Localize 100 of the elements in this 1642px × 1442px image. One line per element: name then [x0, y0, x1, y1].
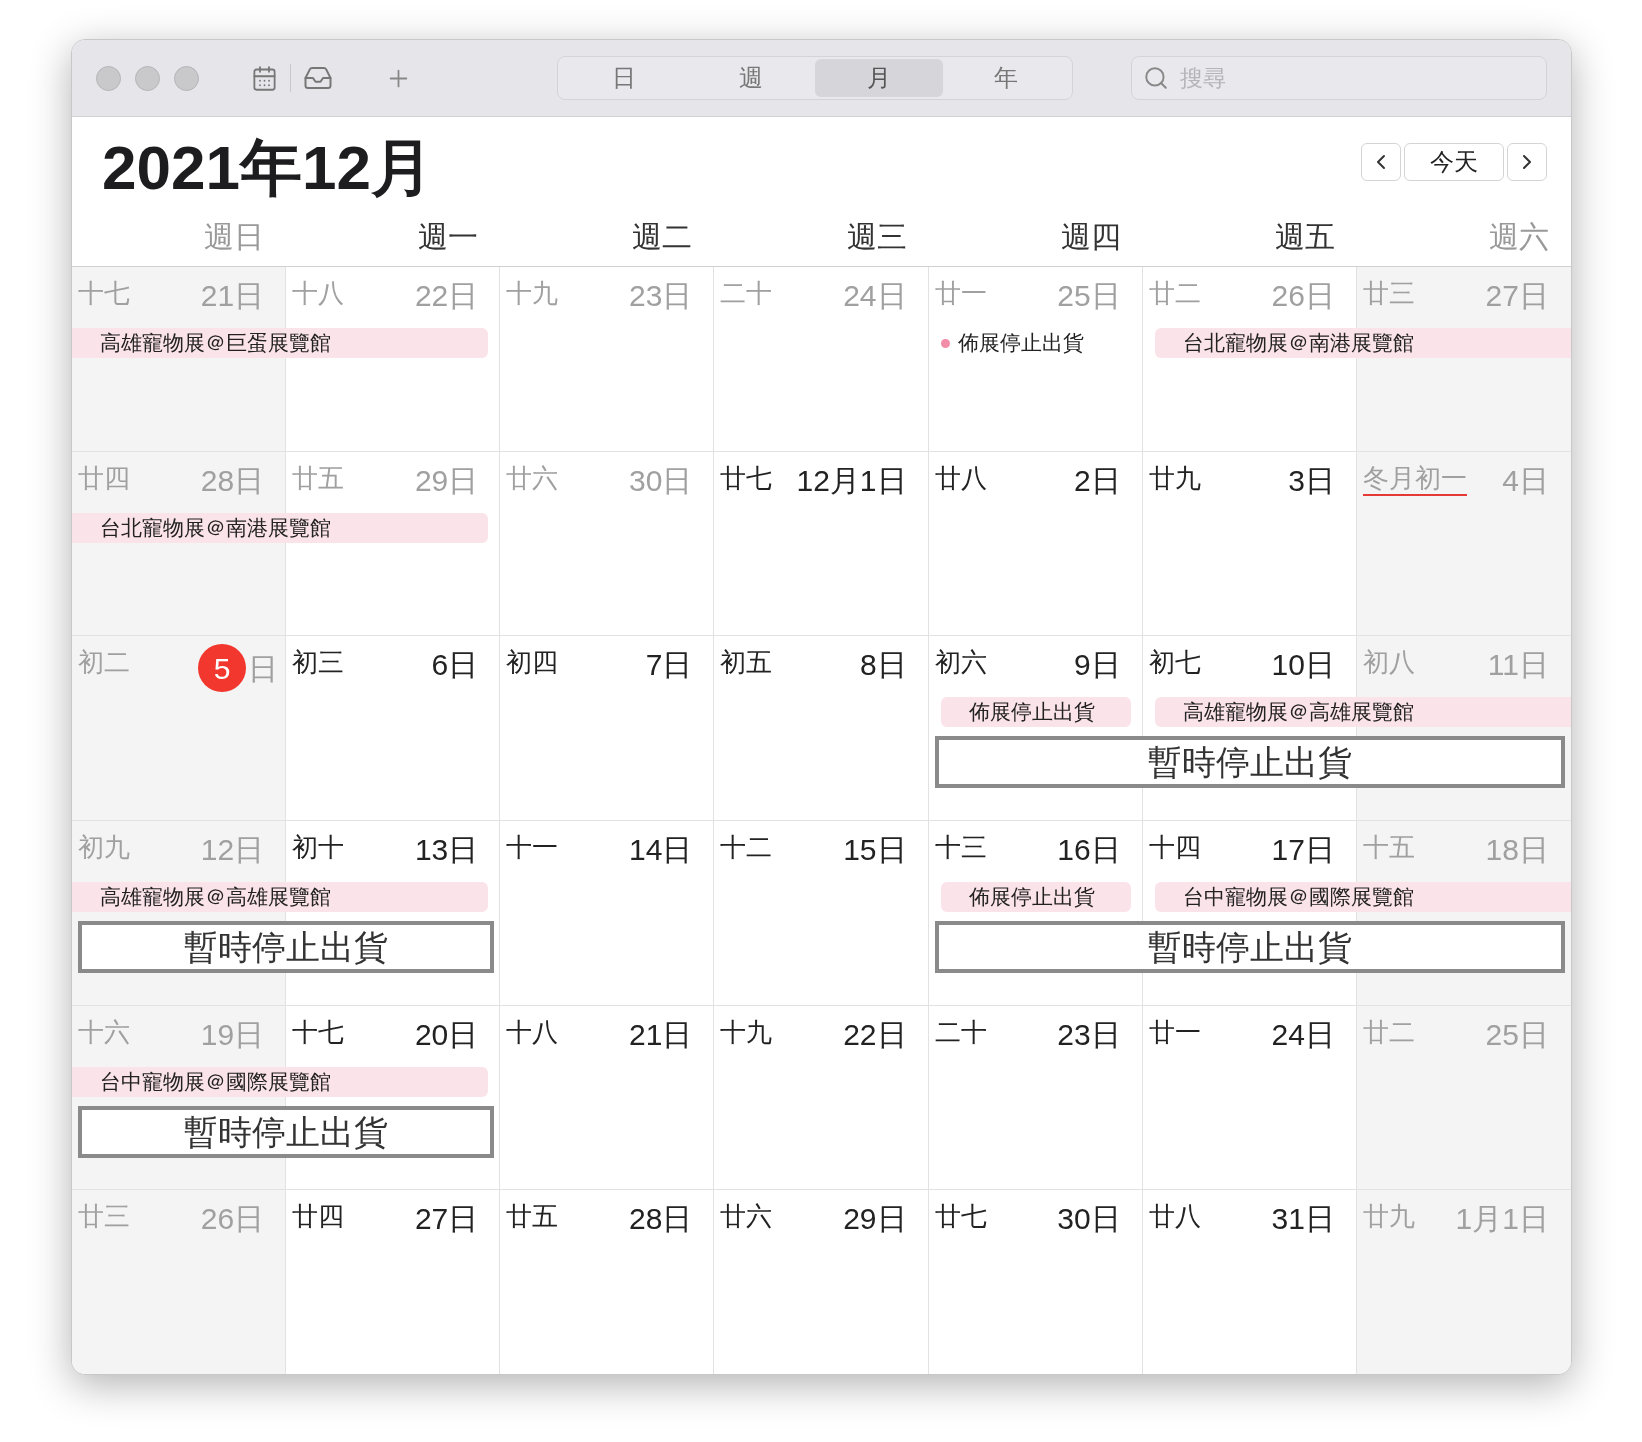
weekday-label: 週六 [1489, 219, 1549, 255]
day-number: 29日 [843, 1201, 907, 1238]
view-tab[interactable]: 日 [560, 59, 688, 97]
day-number: 20日 [414, 1016, 479, 1053]
day-number: 26日 [1271, 278, 1335, 314]
lunar-date: 廿二 [1362, 1015, 1415, 1048]
day-number: 4日 [1502, 462, 1549, 499]
weekday-label: 週二 [632, 219, 693, 255]
day-number: 6日 [431, 647, 479, 684]
lunar-date: 初七 [1148, 646, 1201, 679]
event-bar[interactable]: 台中寵物展＠國際展覽館 [72, 1066, 489, 1097]
lunar-date: 廿六 [720, 1200, 773, 1233]
event-bar[interactable]: 台北寵物展＠南港展覽館 [1154, 328, 1571, 358]
event-bar[interactable]: 佈展停止出貨 [940, 882, 1131, 912]
next-button[interactable] [1507, 143, 1547, 181]
day-number: 12日 [200, 832, 265, 868]
day-number: 22日 [843, 1016, 907, 1053]
day-number: 3日 [1288, 462, 1335, 499]
event-box[interactable]: 暫時停止出貨 [78, 921, 495, 973]
weekday-label: 週一 [418, 219, 479, 255]
calendar-icon[interactable] [251, 64, 278, 92]
event-bar[interactable]: 台北寵物展＠南港展覽館 [72, 512, 489, 543]
lunar-date: 十六 [78, 1015, 130, 1048]
lunar-date: 廿八 [1148, 1200, 1201, 1233]
day-number: 23日 [629, 278, 693, 314]
day-number: 7日 [645, 647, 693, 684]
day-number: 17日 [1271, 832, 1335, 868]
weekday-label: 週四 [1060, 219, 1121, 255]
event-bar[interactable]: 高雄寵物展＠高雄展覽館 [72, 882, 489, 912]
lunar-date: 十九 [720, 1015, 773, 1048]
day-number: 19日 [200, 1016, 265, 1053]
lunar-date: 十八 [292, 277, 345, 309]
lunar-date: 十八 [506, 1015, 559, 1048]
lunar-date: 初八 [1362, 646, 1415, 679]
day-number: 27日 [1485, 278, 1549, 314]
lunar-date: 廿九 [1148, 461, 1201, 494]
day-number: 10日 [1271, 647, 1335, 684]
event-box[interactable]: 暫時停止出貨 [934, 736, 1565, 789]
lunar-date: 初六 [934, 646, 987, 679]
day-number: 25日 [1485, 1016, 1549, 1053]
lunar-date: 廿八 [934, 461, 987, 494]
day-number: 30日 [629, 462, 693, 499]
lunar-date: 廿三 [78, 1200, 130, 1233]
weekday-label: 週五 [1274, 219, 1335, 255]
lunar-date: 十三 [934, 831, 987, 863]
weekday-label: 週三 [846, 219, 907, 255]
day-number: 15日 [843, 832, 907, 868]
day-number: 30日 [1057, 1201, 1121, 1238]
lunar-date: 廿一 [934, 277, 987, 309]
day-number: 22日 [414, 278, 479, 314]
event-title[interactable]: 佈展停止出貨 [957, 327, 1084, 359]
event-bar[interactable]: 台中寵物展＠國際展覽館 [1154, 882, 1571, 912]
day-number: 11日 [1487, 647, 1549, 684]
day-number: 13日 [414, 832, 479, 868]
lunar-date: 初四 [506, 646, 559, 679]
event-bar[interactable]: 佈展停止出貨 [940, 697, 1131, 728]
lunar-date: 廿三 [1362, 277, 1415, 309]
view-tab[interactable]: 年 [942, 59, 1070, 97]
lunar-date: 初五 [720, 646, 773, 679]
day-number: 14日 [629, 832, 693, 868]
lunar-date: 廿九 [1362, 1200, 1415, 1233]
lunar-date: 初二 [78, 646, 130, 679]
lunar-date: 廿二 [1148, 277, 1201, 309]
lunar-date: 冬月初一 [1362, 461, 1467, 496]
lunar-date: 廿四 [78, 461, 130, 494]
lunar-date: 十二 [720, 831, 773, 863]
lunar-date: 二十 [720, 277, 773, 309]
day-number: 9日 [1074, 647, 1121, 684]
day-number: 2日 [1074, 462, 1121, 499]
lunar-date: 二十 [934, 1015, 987, 1048]
lunar-date: 廿七 [934, 1200, 987, 1233]
event-bar[interactable]: 高雄寵物展＠巨蛋展覽館 [72, 328, 489, 358]
event-bar[interactable]: 高雄寵物展＠高雄展覽館 [1154, 697, 1571, 728]
lunar-date: 廿四 [292, 1200, 345, 1233]
day-number: 31日 [1271, 1201, 1335, 1238]
day-number: 28日 [200, 462, 265, 499]
day-number: 23日 [1057, 1016, 1121, 1053]
day-number: 25日 [1057, 278, 1121, 314]
day-number: 16日 [1057, 832, 1121, 868]
view-tab[interactable]: 週 [687, 59, 815, 97]
previous-button[interactable] [1361, 143, 1401, 181]
day-number: 18日 [1485, 832, 1549, 868]
day-number: 1月1日 [1455, 1201, 1549, 1238]
day-unit: 日 [248, 650, 279, 687]
today-button[interactable]: 今天 [1404, 143, 1504, 181]
event-box[interactable]: 暫時停止出貨 [78, 1105, 495, 1158]
lunar-date: 十九 [506, 277, 559, 309]
lunar-date: 廿一 [1148, 1015, 1201, 1048]
lunar-date: 廿五 [506, 1200, 559, 1233]
lunar-date: 初十 [292, 831, 345, 863]
day-number: 24日 [1271, 1016, 1335, 1053]
lunar-date: 廿五 [292, 461, 345, 494]
lunar-date: 廿七 [720, 461, 773, 494]
day-number: 8日 [859, 647, 907, 684]
event-box[interactable]: 暫時停止出貨 [934, 921, 1565, 973]
lunar-date: 初三 [292, 646, 345, 679]
day-number: 29日 [414, 462, 479, 499]
view-tab[interactable]: 月 [815, 59, 943, 97]
month-title: 2021年12月 [102, 131, 433, 204]
day-number: 12月1日 [796, 462, 907, 499]
